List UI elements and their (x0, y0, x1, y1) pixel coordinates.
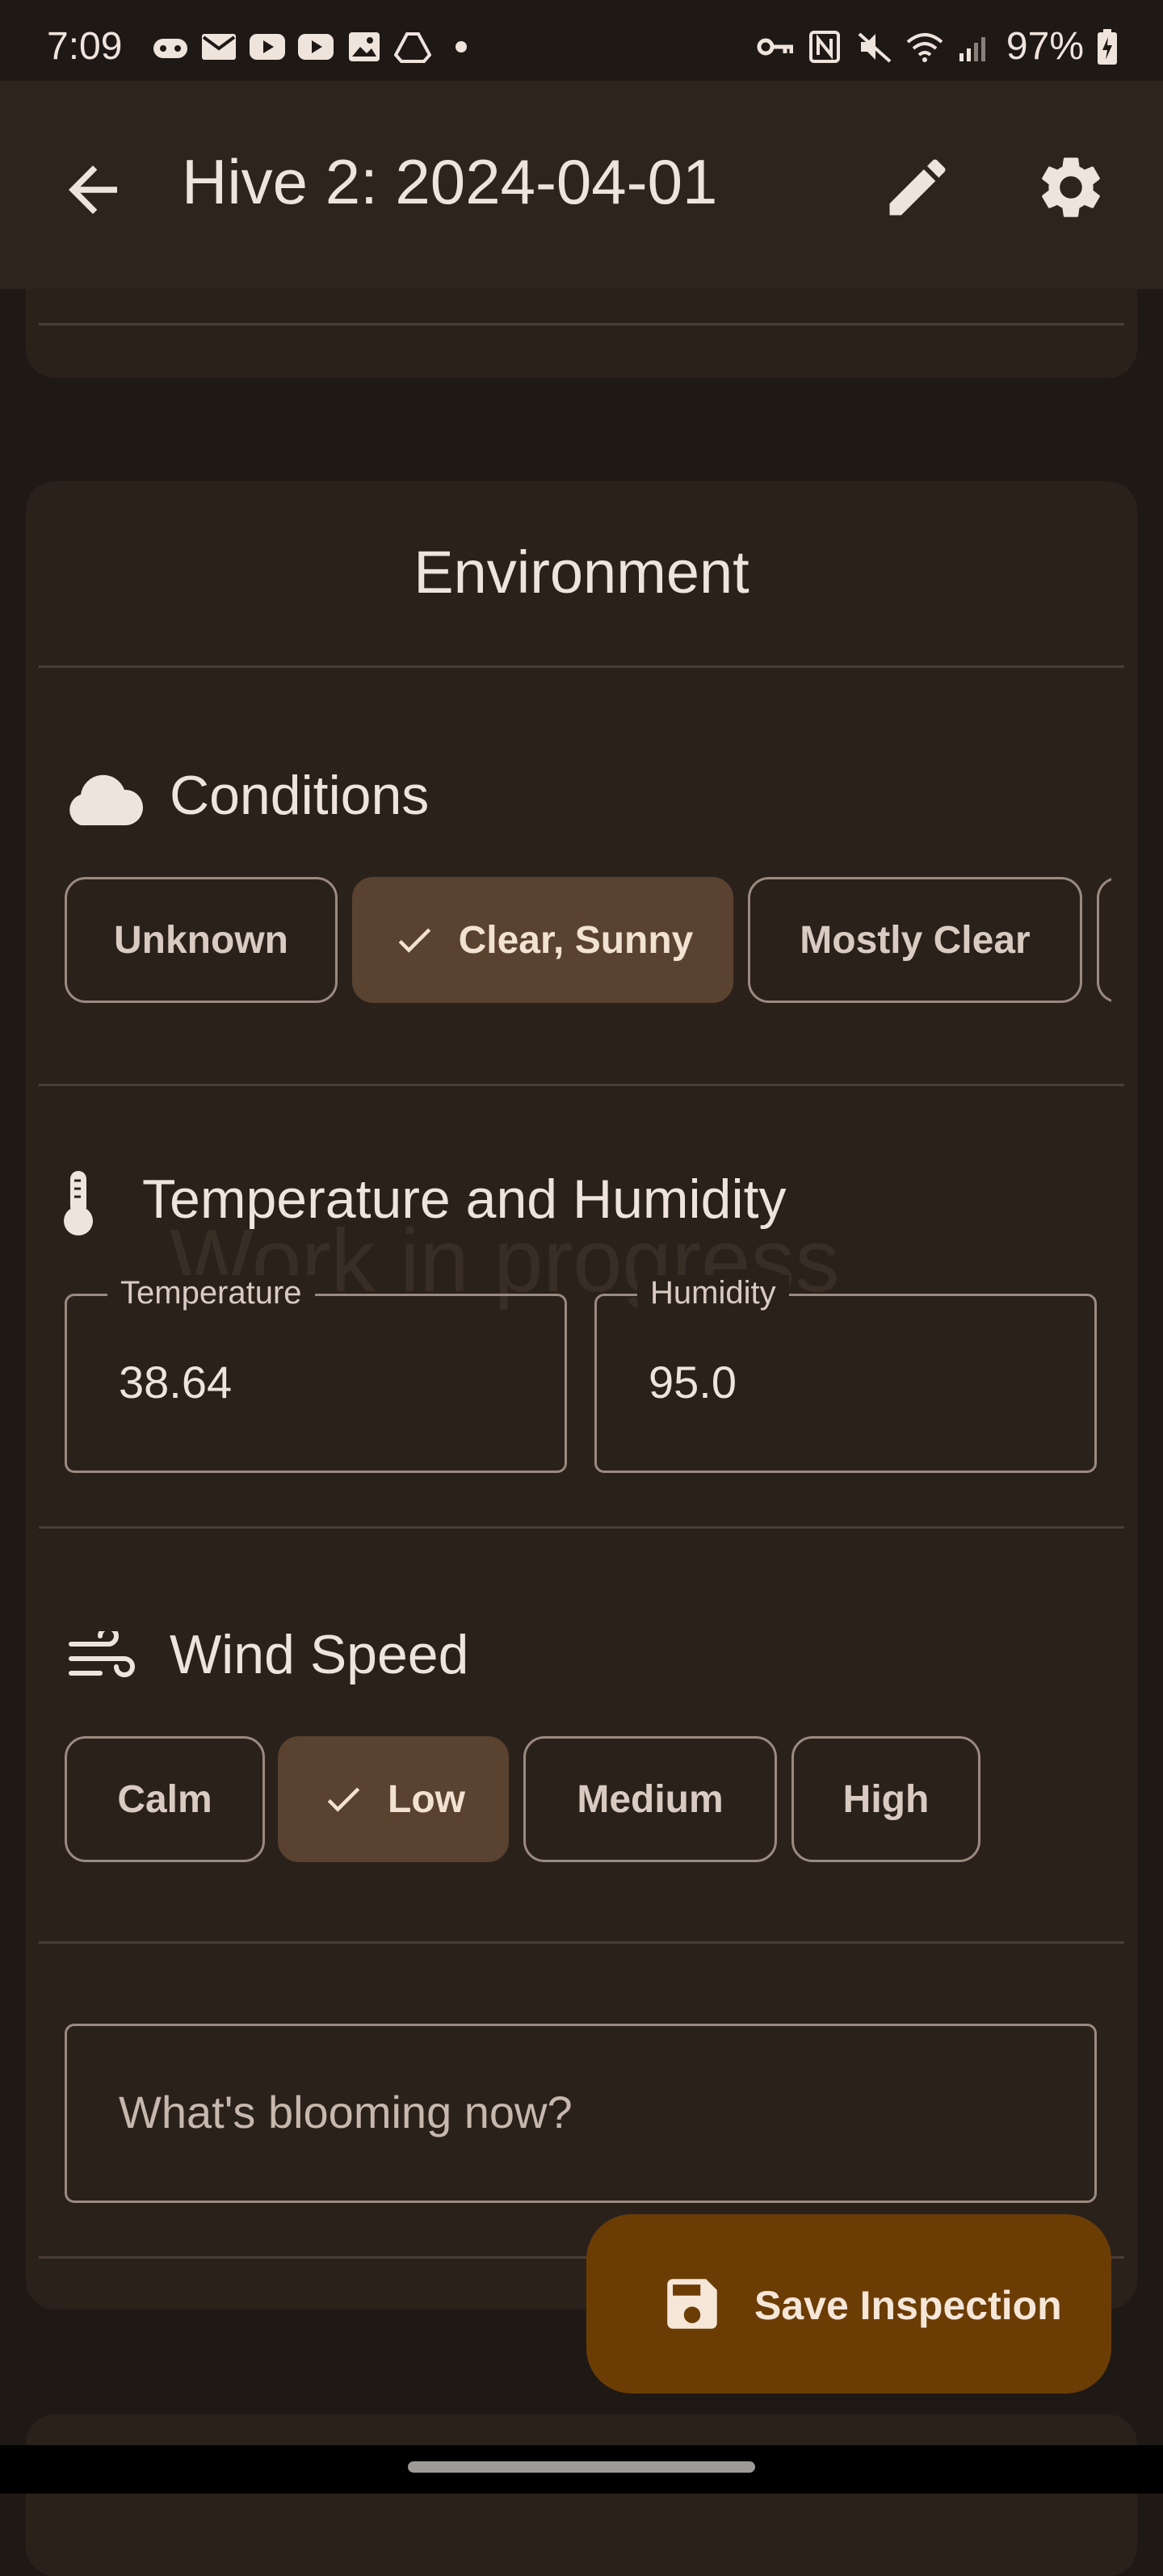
youtube-icon (298, 34, 334, 60)
drive-icon (394, 32, 431, 63)
divider (39, 1526, 1124, 1529)
humidity-label: Humidity (637, 1275, 789, 1311)
blooming-input[interactable]: What's blooming now? (65, 2024, 1097, 2203)
vpn-key-icon (757, 38, 793, 55)
mail-icon (202, 34, 236, 60)
status-bar: 7:09 97% (0, 0, 1163, 81)
save-inspection-button[interactable]: Save Inspection (586, 2214, 1111, 2393)
previous-card (26, 289, 1137, 378)
save-inspection-label: Save Inspection (754, 2283, 1062, 2328)
cloud-icon (69, 774, 144, 825)
image-icon (349, 32, 380, 61)
humidity-field[interactable]: Humidity 95.0 (594, 1275, 1097, 1473)
system-icons: 97% (756, 24, 1118, 69)
environment-heading: Environment (414, 539, 749, 606)
conditions-title: Conditions (170, 765, 430, 826)
wind-icon (69, 1631, 135, 1677)
chip-calm[interactable]: Calm (65, 1736, 265, 1862)
dot-icon (456, 41, 467, 52)
temperature-value: 38.64 (119, 1357, 233, 1408)
home-indicator[interactable] (408, 2461, 755, 2473)
status-time: 7:09 (47, 25, 123, 68)
battery-icon (1098, 28, 1117, 65)
chip-row-clip-outer (1137, 872, 1163, 1009)
battery-percent: 97% (1006, 25, 1084, 68)
divider (39, 665, 1124, 668)
chip-medium[interactable]: Medium (523, 1736, 777, 1862)
arrow-back-icon[interactable] (57, 153, 129, 226)
mute-icon (858, 32, 892, 62)
page-title: Hive 2: 2024-04-01 (182, 146, 718, 217)
pencil-icon[interactable] (880, 150, 955, 224)
notification-icons (152, 31, 480, 63)
divider (39, 1084, 1124, 1086)
humidity-value: 95.0 (649, 1357, 737, 1408)
chip-high[interactable]: High (791, 1736, 980, 1862)
nfc-icon (808, 30, 840, 63)
check-icon (327, 1787, 360, 1812)
chip-unknown[interactable]: Unknown (65, 877, 338, 1003)
app-bar: Hive 2: 2024-04-01 (0, 81, 1163, 289)
divider (39, 1941, 1124, 1944)
gesture-nav-bar (0, 2445, 1163, 2494)
game-controller-icon (153, 39, 187, 58)
next-card (26, 2414, 1137, 2576)
chip-low[interactable]: Low (278, 1736, 509, 1862)
temperature-field[interactable]: Temperature 38.64 (65, 1275, 567, 1473)
wind-speed-title: Wind Speed (170, 1624, 469, 1685)
gear-icon[interactable] (1034, 150, 1108, 224)
thermometer-icon (64, 1171, 93, 1236)
chip-mostly-clear[interactable]: Mostly Clear (748, 877, 1082, 1003)
temp-humidity-title: Temperature and Humidity (142, 1168, 787, 1230)
blooming-placeholder: What's blooming now? (119, 2087, 573, 2138)
youtube-icon (250, 34, 285, 60)
floppy-disk-icon (667, 2279, 717, 2329)
check-icon (398, 928, 430, 953)
wifi-icon (906, 32, 943, 62)
temperature-label: Temperature (107, 1275, 315, 1311)
signal-icon (959, 36, 985, 61)
chip-clear-sunny[interactable]: Clear, Sunny (352, 877, 733, 1003)
